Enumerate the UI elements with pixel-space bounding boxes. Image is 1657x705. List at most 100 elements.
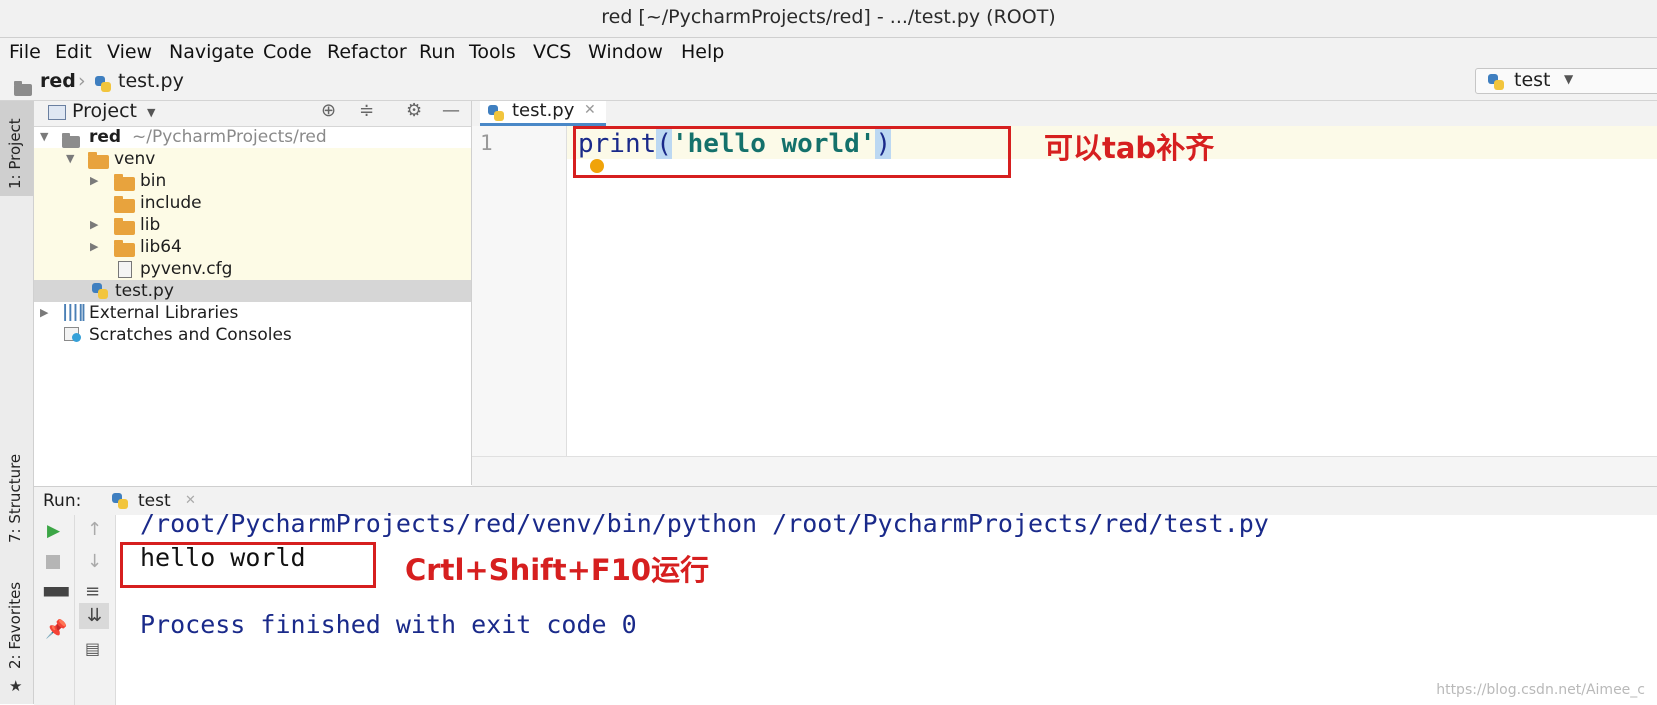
- tree-root-name: red: [89, 127, 122, 147]
- navigation-bar: red › test.py test ▼: [0, 68, 1657, 101]
- gear-icon[interactable]: ⚙: [406, 100, 422, 121]
- tree-item-label: include: [140, 193, 202, 213]
- code-highlight-box: [573, 126, 1011, 178]
- scroll-to-end-glyph-icon: ⇊: [87, 605, 103, 626]
- tree-item-label: venv: [114, 149, 156, 169]
- collapsed-arrow-icon[interactable]: ▶: [90, 236, 98, 258]
- menu-help[interactable]: Help: [681, 41, 724, 63]
- menu-file[interactable]: File: [9, 41, 41, 63]
- tree-item-scratches[interactable]: Scratches and Consoles: [34, 324, 471, 346]
- expanded-arrow-icon[interactable]: ▼: [40, 126, 48, 148]
- collapsed-arrow-icon[interactable]: ▶: [90, 214, 98, 236]
- editor-gutter: 1: [472, 126, 567, 456]
- project-panel-title[interactable]: Project: [72, 100, 137, 122]
- tree-item-external-libraries[interactable]: ▶ |||‖ External Libraries: [34, 302, 471, 324]
- structure-tool-tab-label: 7: Structure: [6, 453, 24, 543]
- stop-icon[interactable]: [46, 555, 60, 569]
- chevron-down-icon[interactable]: ▼: [147, 106, 155, 119]
- menu-vcs[interactable]: VCS: [533, 41, 571, 63]
- python-icon: [1488, 73, 1504, 95]
- pin-icon[interactable]: 📌: [45, 619, 67, 640]
- tree-item-lib64[interactable]: ▶ lib64: [34, 236, 471, 258]
- close-icon[interactable]: ✕: [185, 493, 196, 508]
- expanded-arrow-icon[interactable]: ▼: [66, 148, 74, 170]
- tree-item-label: bin: [140, 171, 167, 191]
- collapsed-arrow-icon[interactable]: ▶: [40, 302, 48, 324]
- print-icon[interactable]: ▤: [85, 639, 100, 658]
- collapse-all-icon[interactable]: ≑: [359, 100, 374, 121]
- breadcrumb-file[interactable]: test.py: [118, 70, 184, 92]
- config-file-icon: [118, 261, 132, 278]
- editor-tab-test-py[interactable]: test.py ✕: [480, 100, 606, 126]
- left-tool-strip: 1: Project 7: Structure 2: Favorites ★: [0, 101, 34, 704]
- editor-bottom-bar: [472, 456, 1657, 486]
- collapsed-arrow-icon[interactable]: ▶: [90, 170, 98, 192]
- project-panel-header: Project ▼ ⊕ ≑ ⚙ —: [34, 100, 471, 127]
- line-number: 1: [480, 131, 493, 155]
- editor-tab-label: test.py: [512, 100, 575, 121]
- soft-wrap-icon[interactable]: ≡: [85, 581, 100, 602]
- tree-item-cfg[interactable]: pyvenv.cfg: [34, 258, 471, 280]
- rerun-icon[interactable]: ▶: [47, 521, 60, 541]
- close-icon[interactable]: ✕: [584, 102, 596, 118]
- tree-root[interactable]: ▼ red ~/PycharmProjects/red: [34, 126, 471, 148]
- console-exit-message: Process finished with exit code 0: [140, 610, 637, 639]
- console-command: /root/PycharmProjects/red/venv/bin/pytho…: [140, 509, 1269, 538]
- arrow-down-icon[interactable]: ↓: [87, 551, 102, 572]
- tree-item-label: Scratches and Consoles: [89, 325, 292, 345]
- tree-item-include[interactable]: include: [34, 192, 471, 214]
- breadcrumb-separator-icon: ›: [78, 70, 86, 92]
- console-toolbar: ↑ ↓ ≡ ⇊ ▤: [75, 515, 116, 705]
- run-config-selector[interactable]: test ▼: [1475, 68, 1657, 94]
- window-title: red [~/PycharmProjects/red] - .../test.p…: [601, 6, 1056, 28]
- project-view-icon: [48, 105, 66, 120]
- python-file-icon: [488, 105, 504, 125]
- structure-tool-tab[interactable]: 7: Structure: [0, 451, 33, 546]
- library-icon: |||‖: [62, 302, 86, 322]
- tree-item-label: lib: [140, 215, 161, 235]
- tree-item-bin[interactable]: ▶ bin: [34, 170, 471, 192]
- run-tab[interactable]: test: [138, 491, 171, 511]
- star-icon: ★: [9, 677, 23, 695]
- arrow-up-icon[interactable]: ↑: [87, 519, 102, 540]
- tree-item-label: External Libraries: [89, 303, 239, 323]
- layout-icon[interactable]: ▀▀: [44, 587, 69, 606]
- watermark: https://blog.csdn.net/Aimee_c: [1436, 682, 1645, 698]
- breadcrumb-project[interactable]: red: [40, 70, 76, 92]
- run-panel: Run: test ✕ ▶ ▀▀ 📌 ↑ ↓ ≡ ⇊ ▤ /root/Pycha…: [34, 486, 1657, 705]
- favorites-tool-tab-label: 2: Favorites: [6, 581, 24, 669]
- tree-item-test-py[interactable]: test.py: [34, 280, 471, 302]
- tree-item-label: lib64: [140, 237, 182, 257]
- python-file-icon: [95, 75, 111, 97]
- chevron-down-icon: ▼: [1564, 72, 1574, 86]
- tree-item-label: pyvenv.cfg: [140, 259, 233, 279]
- menu-window[interactable]: Window: [588, 41, 663, 63]
- tree-item-lib[interactable]: ▶ lib: [34, 214, 471, 236]
- menu-navigate[interactable]: Navigate: [169, 41, 254, 63]
- tree-item-venv[interactable]: ▼ venv: [34, 148, 471, 170]
- project-panel: Project ▼ ⊕ ≑ ⚙ — ▼ red ~/PycharmProject…: [34, 100, 472, 485]
- favorites-tool-tab[interactable]: 2: Favorites ★: [0, 569, 33, 704]
- menu-view[interactable]: View: [107, 41, 152, 63]
- run-config-name: test: [1514, 69, 1551, 91]
- menu-refactor[interactable]: Refactor: [327, 41, 407, 63]
- menu-bar: File Edit View Navigate Code Refactor Ru…: [0, 38, 1657, 68]
- tree-item-label: test.py: [115, 281, 174, 301]
- run-label: Run:: [43, 491, 82, 511]
- run-toolbar: ▶ ▀▀ 📌: [34, 515, 75, 705]
- folder-icon: [14, 78, 32, 100]
- menu-edit[interactable]: Edit: [55, 41, 92, 63]
- editor-tab-bar: test.py ✕: [472, 100, 1657, 127]
- menu-code[interactable]: Code: [263, 41, 312, 63]
- locate-icon[interactable]: ⊕: [321, 100, 336, 121]
- tree-root-path: ~/PycharmProjects/red: [132, 127, 327, 147]
- window-title-bar: red [~/PycharmProjects/red] - .../test.p…: [0, 0, 1657, 38]
- tab-completion-note: 可以tab补齐: [1044, 131, 1215, 165]
- hide-icon[interactable]: —: [442, 100, 460, 121]
- python-icon: [112, 493, 128, 514]
- run-shortcut-note: Crtl+Shift+F10运行: [405, 553, 710, 587]
- menu-tools[interactable]: Tools: [469, 41, 516, 63]
- project-tool-tab[interactable]: 1: Project: [0, 101, 33, 196]
- clock-badge-icon: [72, 333, 81, 342]
- menu-run[interactable]: Run: [419, 41, 455, 63]
